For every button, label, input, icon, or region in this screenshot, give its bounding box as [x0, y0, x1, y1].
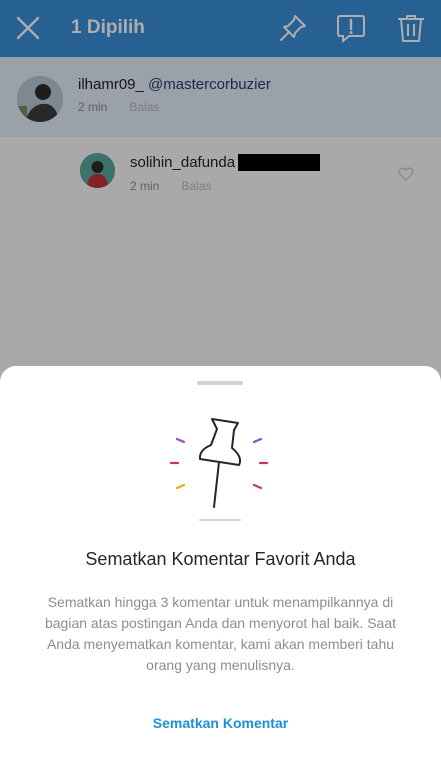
sheet-drag-handle[interactable]	[197, 381, 243, 385]
sheet-description: Sematkan hingga 3 komentar untuk menampi…	[44, 594, 397, 673]
pin-illustration-icon	[169, 418, 269, 521]
pin-comment-button[interactable]: Sematkan Komentar	[0, 715, 441, 731]
pin-comment-sheet: Sematkan Komentar Favorit Anda Sematkan …	[0, 366, 441, 763]
sheet-title: Sematkan Komentar Favorit Anda	[85, 549, 356, 569]
